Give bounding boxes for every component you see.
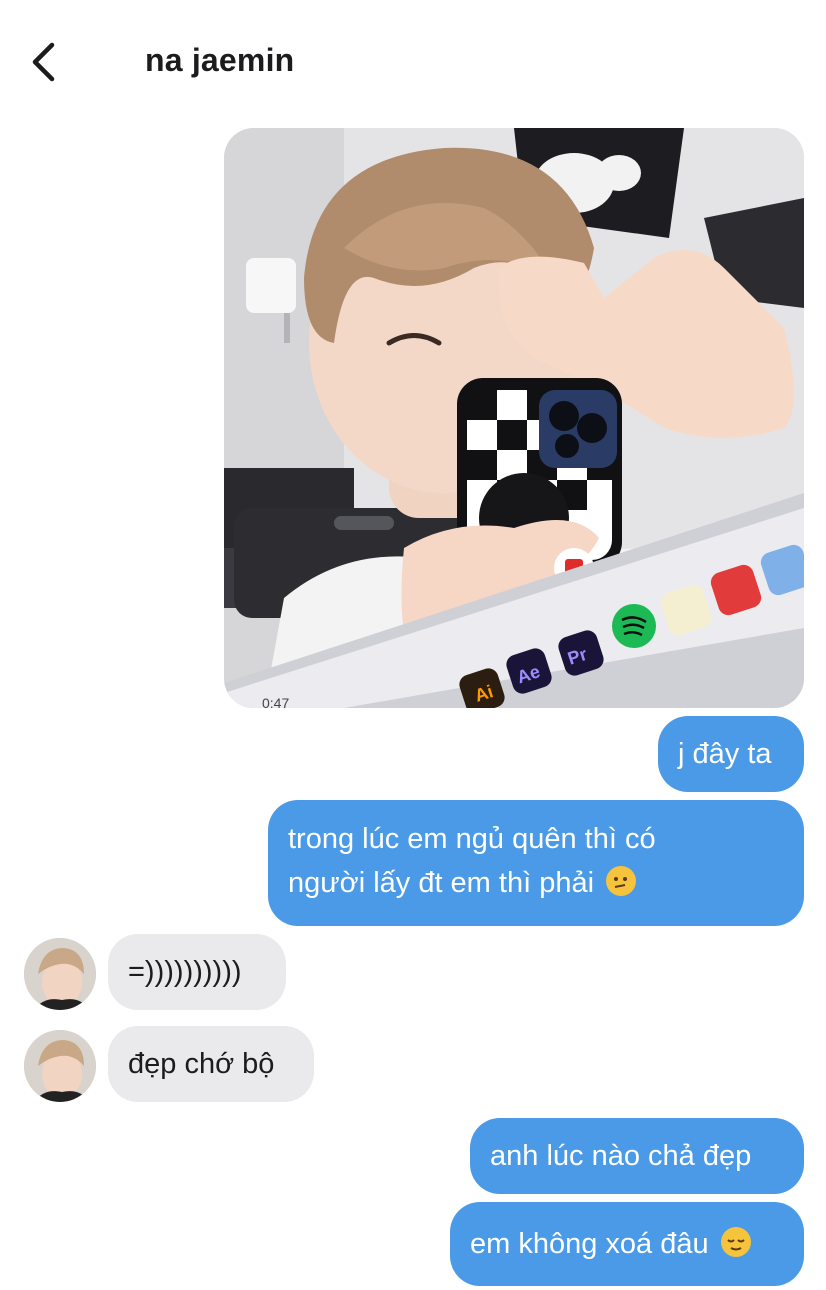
message-bubble-sent[interactable]: j đây ta — [658, 716, 804, 792]
message-text: đẹp chớ bộ — [128, 1048, 275, 1080]
thinking-face-icon — [606, 866, 637, 896]
message-bubble-sent[interactable]: em không xoá đâu — [450, 1202, 804, 1286]
message-bubble-received[interactable]: đẹp chớ bộ — [108, 1026, 314, 1102]
contact-name: na jaemin — [145, 42, 295, 78]
avatar[interactable] — [24, 938, 96, 1010]
video-timestamp: 0:47 — [262, 695, 289, 708]
message-text-line: người lấy đt em thì phải — [288, 867, 595, 899]
message-bubble-sent[interactable]: anh lúc nào chả đẹp — [470, 1118, 804, 1194]
relieved-face-icon — [720, 1227, 751, 1257]
message-text-line: trong lúc em ngủ quên thì có — [288, 823, 656, 855]
message-text: =)))))))))) — [128, 956, 242, 988]
message-text: em không xoá đâu — [470, 1228, 709, 1260]
message-bubble-received[interactable]: =)))))))))) — [108, 934, 286, 1010]
photo-message[interactable]: Ai Ae Pr 0:47 — [224, 128, 804, 708]
chat-header: na jaemin — [0, 0, 826, 120]
chevron-left-icon — [32, 42, 55, 82]
message-text: anh lúc nào chả đẹp — [490, 1140, 752, 1172]
message-text: j đây ta — [678, 738, 772, 770]
message-bubble-sent[interactable]: trong lúc em ngủ quên thì có người lấy đ… — [268, 800, 804, 926]
back-button[interactable] — [26, 40, 66, 84]
avatar[interactable] — [24, 1030, 96, 1102]
